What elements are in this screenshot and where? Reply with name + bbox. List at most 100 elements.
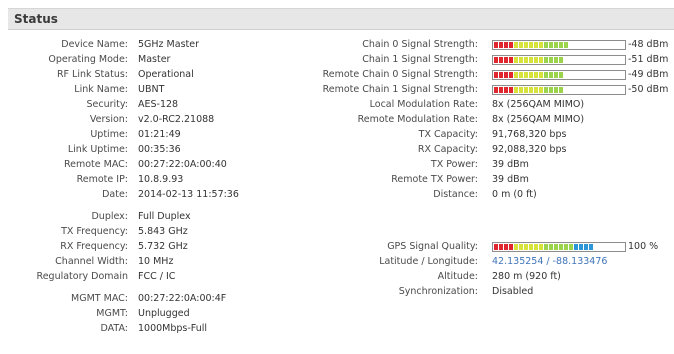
meter-segment (529, 87, 533, 93)
meter-segment (544, 42, 548, 48)
meter-segment (504, 57, 508, 63)
meter-segment (564, 244, 568, 250)
status-value: 8x (256QAM MIMO) (492, 99, 585, 110)
meter-segment (499, 72, 503, 78)
signal-meter (492, 85, 626, 95)
status-value: 39 dBm (492, 159, 529, 170)
meter-segment (509, 72, 513, 78)
gps-quality-meter (492, 242, 626, 252)
altitude-label: Altitude: (437, 271, 478, 282)
meter-segment (559, 42, 563, 48)
meter-segment (509, 42, 513, 48)
status-label: DATA: (100, 323, 128, 334)
meter-segment (494, 42, 498, 48)
meter-segment (529, 57, 533, 63)
meter-segment (514, 87, 518, 93)
status-label: Local Modulation Rate: (369, 99, 478, 110)
meter-segment (529, 72, 533, 78)
meter-readout: -49 dBm (628, 69, 669, 80)
meter-segment (499, 87, 503, 93)
meter-segment (514, 42, 518, 48)
meter-segment (554, 244, 558, 250)
signal-meter (492, 40, 626, 50)
status-value: Full Duplex (138, 211, 191, 222)
meter-segment (539, 57, 543, 63)
status-panel: Status Device Name: 5GHz Master Operating … (0, 0, 674, 354)
meter-segment (509, 244, 513, 250)
signal-meter-fill (494, 57, 563, 63)
status-label: Remote TX Power: (391, 174, 478, 185)
meter-segment (539, 72, 543, 78)
status-label: TX Frequency: (61, 226, 128, 237)
meter-segment (544, 87, 548, 93)
status-value: 0 m (0 ft) (492, 189, 537, 200)
status-value: Unplugged (138, 308, 190, 319)
meter-readout: -48 dBm (628, 39, 669, 50)
meter-segment (519, 72, 523, 78)
status-label: RX Capacity: (417, 144, 478, 155)
meter-segment (524, 244, 528, 250)
meter-segment (504, 87, 508, 93)
gps-quality-label: GPS Signal Quality: (387, 241, 478, 252)
meter-segment (544, 57, 548, 63)
meter-label: Remote Chain 1 Signal Strength: (322, 84, 478, 95)
meter-segment (534, 42, 538, 48)
status-label: MGMT: (96, 308, 128, 319)
gps-quality-meter-fill (494, 244, 593, 250)
gps-quality-readout: 100 % (628, 241, 659, 252)
meter-segment (559, 244, 563, 250)
meter-segment (539, 87, 543, 93)
meter-segment (519, 87, 523, 93)
meter-segment (564, 42, 568, 48)
meter-segment (519, 57, 523, 63)
meter-segment (524, 87, 528, 93)
meter-segment (499, 57, 503, 63)
signal-meter-fill (494, 72, 563, 78)
status-label: Distance: (433, 189, 478, 200)
meter-segment (494, 87, 498, 93)
meter-segment (534, 57, 538, 63)
meter-segment (519, 244, 523, 250)
meter-segment (514, 244, 518, 250)
meter-label: Chain 0 Signal Strength: (362, 39, 478, 50)
meter-segment (524, 42, 528, 48)
status-value: 92,088,320 bps (492, 144, 567, 155)
meter-segment (504, 72, 508, 78)
status-value: 91,768,320 bps (492, 129, 567, 140)
meter-segment (574, 244, 578, 250)
status-value: 5.843 GHz (138, 226, 188, 237)
status-label: TX Power: (430, 159, 478, 170)
altitude-value: 280 m (920 ft) (492, 271, 561, 282)
meter-segment (554, 57, 558, 63)
meter-segment (559, 57, 563, 63)
meter-segment (554, 72, 558, 78)
status-label: Remote Modulation Rate: (357, 114, 478, 125)
latitude-longitude-value[interactable]: 42.135254 / -88.133476 (492, 255, 672, 269)
meter-segment (579, 244, 583, 250)
status-value: 8x (256QAM MIMO) (492, 114, 585, 125)
meter-segment (499, 42, 503, 48)
meter-segment (504, 42, 508, 48)
latitude-longitude-label: Latitude / Longitude: (379, 256, 478, 267)
meter-segment (529, 244, 533, 250)
meter-segment (549, 42, 553, 48)
meter-segment (524, 57, 528, 63)
meter-segment (544, 72, 548, 78)
meter-segment (559, 72, 563, 78)
meter-segment (549, 244, 553, 250)
meter-segment (504, 244, 508, 250)
meter-label: Chain 1 Signal Strength: (362, 54, 478, 65)
meter-segment (559, 87, 563, 93)
meter-segment (584, 244, 588, 250)
meter-label: Remote Chain 0 Signal Strength: (322, 69, 478, 80)
status-value: 1000Mbps-Full (138, 323, 208, 334)
meter-segment (539, 244, 543, 250)
signal-meter (492, 55, 626, 65)
meter-segment (529, 42, 533, 48)
status-label: Duplex: (91, 211, 128, 222)
signal-meter-fill (494, 87, 563, 93)
signal-meter-fill (494, 42, 568, 48)
meter-segment (494, 244, 498, 250)
status-title: Status (14, 12, 58, 26)
meter-segment (534, 87, 538, 93)
